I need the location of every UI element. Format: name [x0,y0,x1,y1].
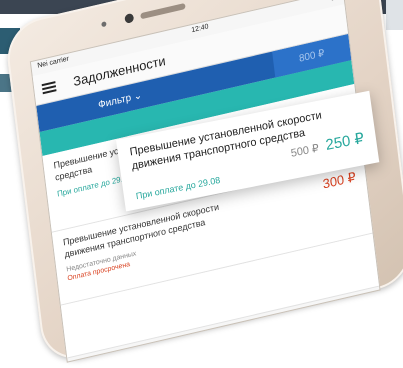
chevron-down-icon: ⌄ [133,89,143,103]
item-price: 300 ₽ [321,169,357,192]
old-price: 500 ₽ [290,142,320,160]
filter-label: Фильтр [97,92,132,111]
filter-button[interactable]: Фильтр ⌄ [98,90,143,111]
hamburger-menu-icon[interactable] [41,80,57,94]
